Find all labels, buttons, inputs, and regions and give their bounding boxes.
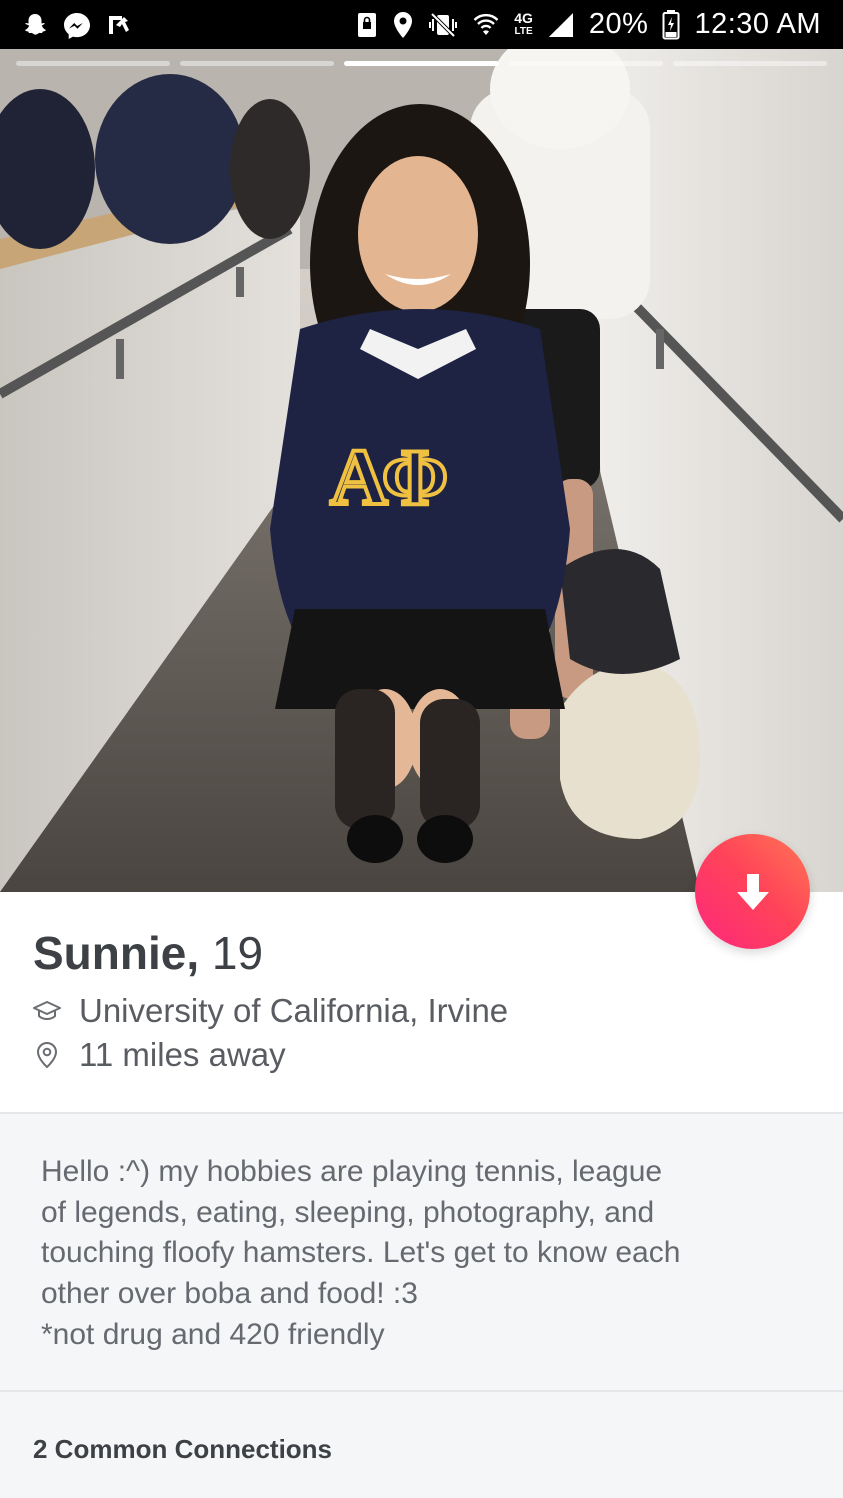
network-sub-label: LTE	[514, 25, 533, 37]
location-pin-icon	[33, 1041, 61, 1069]
graduation-cap-icon	[33, 997, 61, 1025]
profile-name-age: Sunnie, 19	[33, 926, 263, 980]
distance-row: 11 miles away	[33, 1036, 286, 1074]
school-row: University of California, Irvine	[33, 992, 508, 1030]
photo-illustration: ΑΦ	[0, 49, 843, 892]
photo-indicators	[16, 61, 828, 66]
wifi-icon	[472, 11, 500, 39]
common-connections-label[interactable]: 2 Common Connections	[33, 1434, 332, 1465]
messenger-icon	[62, 11, 92, 39]
battery-percent: 20%	[588, 8, 649, 40]
common-connections-section: 2 Common Connections	[0, 1392, 843, 1498]
bio-text: Hello :^) my hobbies are playing tennis,…	[41, 1155, 681, 1351]
battery-icon	[662, 9, 680, 40]
status-left-icons	[22, 11, 132, 39]
school-name: University of California, Irvine	[79, 992, 509, 1029]
lock-screen-icon	[356, 11, 378, 39]
photo-indicator[interactable]	[508, 61, 663, 66]
distance-text: 11 miles away	[79, 1036, 286, 1073]
arrow-down-icon	[736, 873, 769, 910]
clock: 12:30 AM	[694, 8, 821, 40]
photo-indicator-active[interactable]	[344, 61, 499, 66]
network-type: 4G LTE	[514, 9, 533, 38]
bio-section: Hello :^) my hobbies are playing tennis,…	[0, 1114, 843, 1392]
location-pin-icon	[392, 11, 414, 39]
snapchat-icon	[22, 12, 48, 38]
status-bar: 4G LTE 20% 12:30 AM	[0, 0, 843, 49]
profile-photo[interactable]: ΑΦ	[0, 49, 843, 892]
profile-age: 19	[211, 927, 264, 979]
status-right-icons: 4G LTE 20% 12:30 AM	[356, 8, 821, 41]
photo-indicator[interactable]	[16, 61, 171, 66]
photo-indicator[interactable]	[180, 61, 335, 66]
signal-icon	[547, 11, 575, 39]
expand-profile-button[interactable]	[695, 834, 810, 949]
profile-name: Sunnie,	[33, 927, 200, 979]
network-label: 4G	[514, 9, 533, 26]
reply-arrow-icon	[106, 12, 132, 38]
svg-text:ΑΦ: ΑΦ	[330, 434, 448, 522]
photo-indicator[interactable]	[672, 61, 828, 66]
vibrate-mute-icon	[428, 11, 458, 39]
